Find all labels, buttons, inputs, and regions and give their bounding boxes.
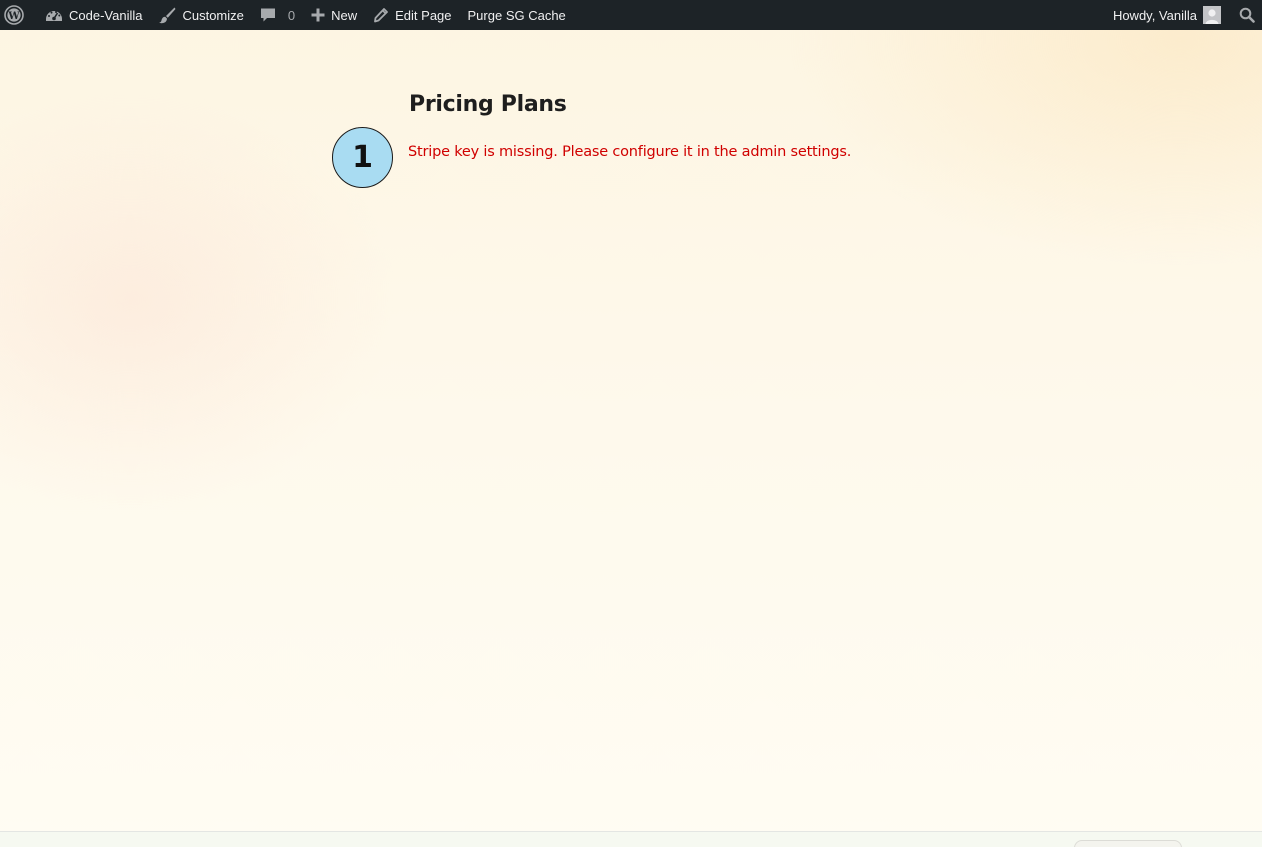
page-title: Pricing Plans [409,92,567,117]
plus-icon [311,8,325,22]
footer-band [0,832,1262,847]
step-number: 1 [352,140,373,175]
svg-text:W: W [7,11,20,22]
search-button[interactable] [1229,0,1262,30]
purge-cache-link[interactable]: Purge SG Cache [460,0,574,30]
site-name-label: Code-Vanilla [69,7,143,23]
comment-icon [260,7,276,23]
admin-bar-left: W Code-Vanilla Customize 0 New Edit Page… [0,0,574,30]
brush-icon [158,6,176,24]
comments-link[interactable]: 0 [252,0,303,30]
edit-page-link[interactable]: Edit Page [365,0,459,30]
dashboard-icon [45,7,63,23]
wordpress-menu[interactable]: W [0,0,37,30]
comments-count: 0 [287,7,296,23]
step-badge: 1 [332,127,393,188]
admin-bar-right: Howdy, Vanilla [1105,0,1262,30]
new-content-link[interactable]: New [303,0,365,30]
customize-label: Customize [182,7,244,23]
footer-button[interactable] [1074,840,1182,847]
customize-link[interactable]: Customize [150,0,251,30]
admin-bar: W Code-Vanilla Customize 0 New Edit Page… [0,0,1262,30]
site-name-link[interactable]: Code-Vanilla [37,0,150,30]
new-label: New [331,7,358,23]
purge-cache-label: Purge SG Cache [467,7,566,23]
pencil-icon [373,7,389,23]
search-icon [1239,7,1255,23]
edit-page-label: Edit Page [395,7,452,23]
error-message: Stripe key is missing. Please configure … [408,144,852,160]
greeting-label: Howdy, Vanilla [1112,7,1197,23]
avatar-icon [1203,6,1221,24]
wordpress-icon: W [4,5,24,25]
account-menu[interactable]: Howdy, Vanilla [1105,0,1229,30]
